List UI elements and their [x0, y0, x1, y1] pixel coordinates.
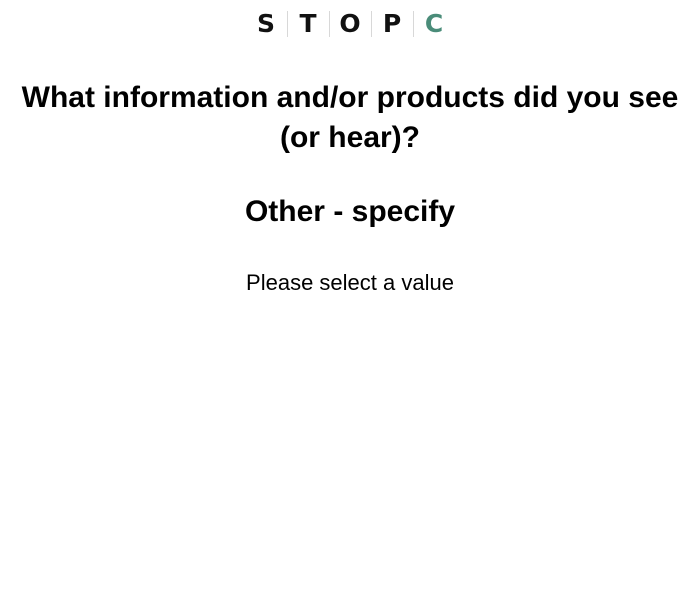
- logo: S T O P C: [0, 10, 700, 38]
- logo-letter-c: C: [424, 9, 444, 38]
- logo-letter-s: S: [256, 9, 275, 38]
- select-prompt: Please select a value: [246, 270, 454, 295]
- question-subtitle: Other - specify: [244, 195, 456, 228]
- question-title: What information and/or products did you…: [21, 81, 679, 154]
- logo-wordmark: S T O P C: [246, 10, 455, 38]
- logo-letter-t: T: [299, 9, 317, 38]
- logo-letter-o: O: [339, 9, 361, 38]
- logo-letter-p: P: [382, 9, 402, 38]
